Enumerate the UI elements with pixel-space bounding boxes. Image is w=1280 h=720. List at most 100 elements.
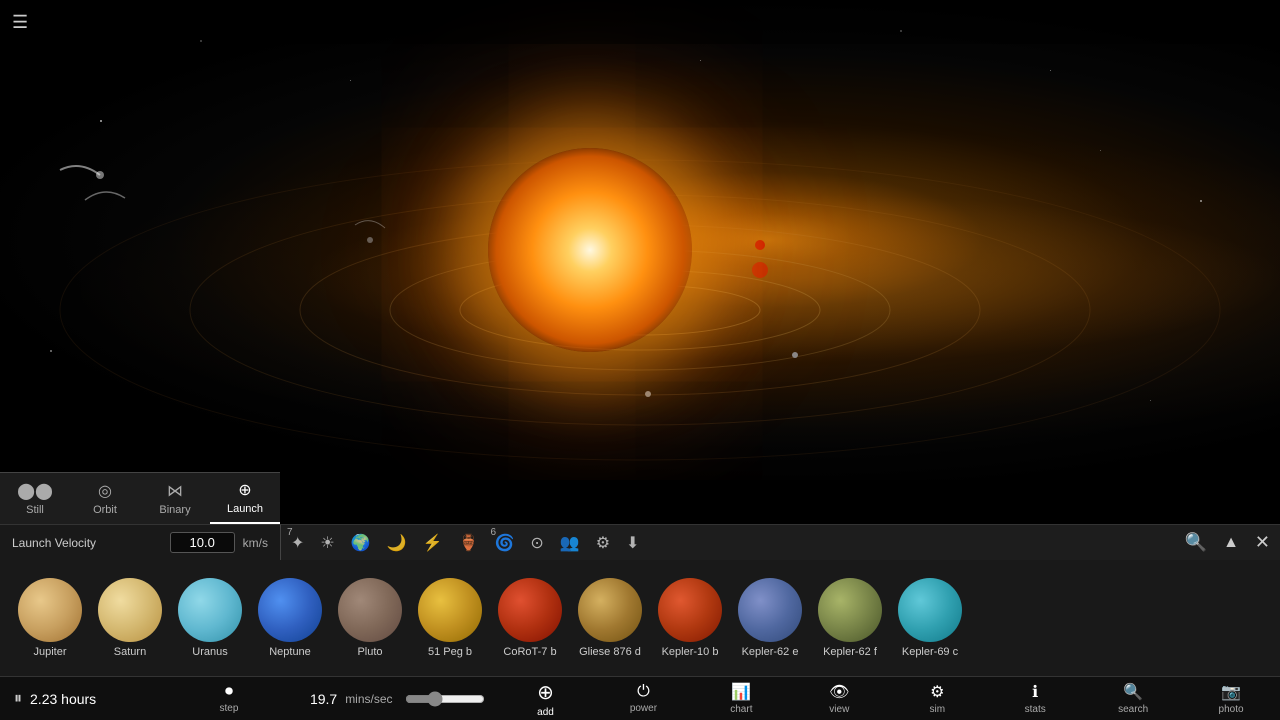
search-label: search bbox=[1118, 704, 1148, 715]
spiral-toolbar-icon: 🌀 bbox=[494, 533, 514, 553]
search-action-icon: 🔍 bbox=[1123, 682, 1143, 702]
power-label: power bbox=[630, 703, 657, 714]
corot-7b-label: CoRoT-7 b bbox=[503, 646, 556, 658]
action-stats[interactable]: ℹ stats bbox=[986, 677, 1084, 720]
uranus-circle bbox=[178, 578, 242, 642]
kepler-69c-circle bbox=[898, 578, 962, 642]
action-search[interactable]: 🔍 search bbox=[1084, 677, 1182, 720]
neptune-circle bbox=[258, 578, 322, 642]
planet-gliese-876d[interactable]: Gliese 876 d bbox=[570, 574, 650, 662]
pause-button[interactable]: ⏸ bbox=[14, 690, 22, 708]
jupiter-label: Jupiter bbox=[33, 646, 66, 658]
speed-slider[interactable] bbox=[405, 691, 485, 707]
sim-icon: ⚙ bbox=[930, 682, 944, 702]
pluto-circle bbox=[338, 578, 402, 642]
earth-toolbar-icon[interactable]: 🌍 bbox=[351, 533, 371, 553]
photo-icon: 📷 bbox=[1221, 682, 1241, 702]
speed-display: 19.7 bbox=[310, 691, 337, 707]
toolbar-spiral[interactable]: 6 🌀 bbox=[494, 533, 514, 553]
planet-filter-icon: ✦ bbox=[291, 533, 304, 553]
planet-pluto[interactable]: Pluto bbox=[330, 574, 410, 662]
planet-scroll-area: Jupiter Saturn Uranus Neptune Pluto 51 P… bbox=[0, 560, 1280, 676]
uranus-label: Uranus bbox=[192, 646, 227, 658]
planet-51-peg-b[interactable]: 51 Peg b bbox=[410, 574, 490, 662]
action-step[interactable]: ⏺ step bbox=[180, 677, 278, 720]
jupiter-circle bbox=[18, 578, 82, 642]
launch-velocity-input[interactable] bbox=[170, 532, 235, 553]
tab-still[interactable]: ⬤⬤ Still bbox=[0, 473, 70, 524]
action-power[interactable]: ⏻ power bbox=[594, 677, 692, 720]
planet-uranus[interactable]: Uranus bbox=[170, 574, 250, 662]
pause-section: ⏸ 2.23 hours bbox=[0, 690, 180, 708]
sun bbox=[488, 148, 692, 352]
action-add[interactable]: ⊕ add bbox=[497, 677, 595, 720]
gliese-876d-circle bbox=[578, 578, 642, 642]
tab-orbit[interactable]: ◎ Orbit bbox=[70, 473, 140, 524]
tab-still-label: Still bbox=[26, 504, 44, 516]
orbit2-toolbar-icon[interactable]: ⊙ bbox=[530, 533, 543, 553]
tab-launch[interactable]: ⊕ Launch bbox=[210, 473, 280, 524]
saturn-label: Saturn bbox=[114, 646, 146, 658]
kepler-10b-label: Kepler-10 b bbox=[662, 646, 719, 658]
planet-saturn[interactable]: Saturn bbox=[90, 574, 170, 662]
saturn-circle bbox=[98, 578, 162, 642]
tab-binary[interactable]: ⋈ Binary bbox=[140, 473, 210, 524]
add-label: add bbox=[537, 707, 554, 718]
tab-orbit-label: Orbit bbox=[93, 504, 117, 516]
launch-icon: ⊕ bbox=[238, 480, 251, 500]
action-photo[interactable]: 📷 photo bbox=[1182, 677, 1280, 720]
sun-toolbar-icon[interactable]: ☀ bbox=[320, 533, 334, 553]
corot-7b-circle bbox=[498, 578, 562, 642]
kepler-62f-circle bbox=[818, 578, 882, 642]
nebula-toolbar-icon[interactable]: 🏺 bbox=[459, 533, 479, 553]
pluto-label: Pluto bbox=[357, 646, 382, 658]
menu-icon[interactable]: ☰ bbox=[12, 12, 28, 33]
planet-corot-7b[interactable]: CoRoT-7 b bbox=[490, 574, 570, 662]
sim-label: sim bbox=[929, 704, 945, 715]
gear-toolbar-icon[interactable]: ⚙ bbox=[596, 533, 610, 553]
top-bar: ☰ bbox=[0, 0, 1280, 44]
add-icon: ⊕ bbox=[537, 680, 554, 705]
chart-label: chart bbox=[730, 704, 752, 715]
tab-launch-label: Launch bbox=[227, 503, 263, 515]
planet-kepler-62f[interactable]: Kepler-62 f bbox=[810, 574, 890, 662]
action-chart[interactable]: 📊 chart bbox=[692, 677, 790, 720]
kepler-62f-label: Kepler-62 f bbox=[823, 646, 877, 658]
tab-binary-label: Binary bbox=[159, 504, 190, 516]
step-label: step bbox=[220, 703, 239, 714]
action-view[interactable]: 👁 view bbox=[790, 677, 888, 720]
planet-kepler-69c[interactable]: Kepler-69 c bbox=[890, 574, 970, 662]
launch-velocity-label: Launch Velocity bbox=[12, 536, 162, 550]
kepler-62e-label: Kepler-62 e bbox=[742, 646, 799, 658]
binary-icon: ⋈ bbox=[167, 481, 183, 501]
toolbar-search-icon[interactable]: 🔍 bbox=[1185, 532, 1207, 553]
toolbar-close-icon[interactable]: ✕ bbox=[1255, 532, 1270, 553]
action-sim[interactable]: ⚙ sim bbox=[888, 677, 986, 720]
planet-kepler-10b[interactable]: Kepler-10 b bbox=[650, 574, 730, 662]
power-icon: ⏻ bbox=[637, 683, 650, 701]
moon-toolbar-icon[interactable]: 🌙 bbox=[387, 533, 407, 553]
kepler-10b-circle bbox=[658, 578, 722, 642]
planet-kepler-62e[interactable]: Kepler-62 e bbox=[730, 574, 810, 662]
neptune-label: Neptune bbox=[269, 646, 311, 658]
photo-label: photo bbox=[1219, 704, 1244, 715]
nav-tabs: ⬤⬤ Still ◎ Orbit ⋈ Binary ⊕ Launch bbox=[0, 472, 280, 524]
download-toolbar-icon[interactable]: ⬇ bbox=[626, 533, 639, 553]
planet-neptune[interactable]: Neptune bbox=[250, 574, 330, 662]
gliese-876d-label: Gliese 876 d bbox=[579, 646, 641, 658]
toolbar-planet-filter[interactable]: 7 ✦ bbox=[291, 533, 304, 553]
time-display: 2.23 hours bbox=[30, 691, 96, 707]
persons-toolbar-icon[interactable]: 👥 bbox=[560, 533, 580, 553]
toolbar-chevron-up-icon[interactable]: ▲ bbox=[1223, 534, 1239, 552]
kepler-62e-circle bbox=[738, 578, 802, 642]
space-background bbox=[0, 0, 1280, 480]
view-icon: 👁 bbox=[829, 682, 849, 702]
planet-jupiter[interactable]: Jupiter bbox=[10, 574, 90, 662]
chart-icon: 📊 bbox=[731, 682, 751, 702]
comet-toolbar-icon[interactable]: ⚡ bbox=[423, 533, 443, 553]
icon-toolbar: 7 ✦ ☀ 🌍 🌙 ⚡ 🏺 6 🌀 ⊙ 👥 ⚙ ⬇ 🔍 ▲ ✕ bbox=[280, 524, 1280, 560]
stats-label: stats bbox=[1025, 704, 1046, 715]
51-peg-b-label: 51 Peg b bbox=[428, 646, 472, 658]
view-label: view bbox=[829, 704, 849, 715]
step-icon: ⏺ bbox=[225, 683, 233, 701]
